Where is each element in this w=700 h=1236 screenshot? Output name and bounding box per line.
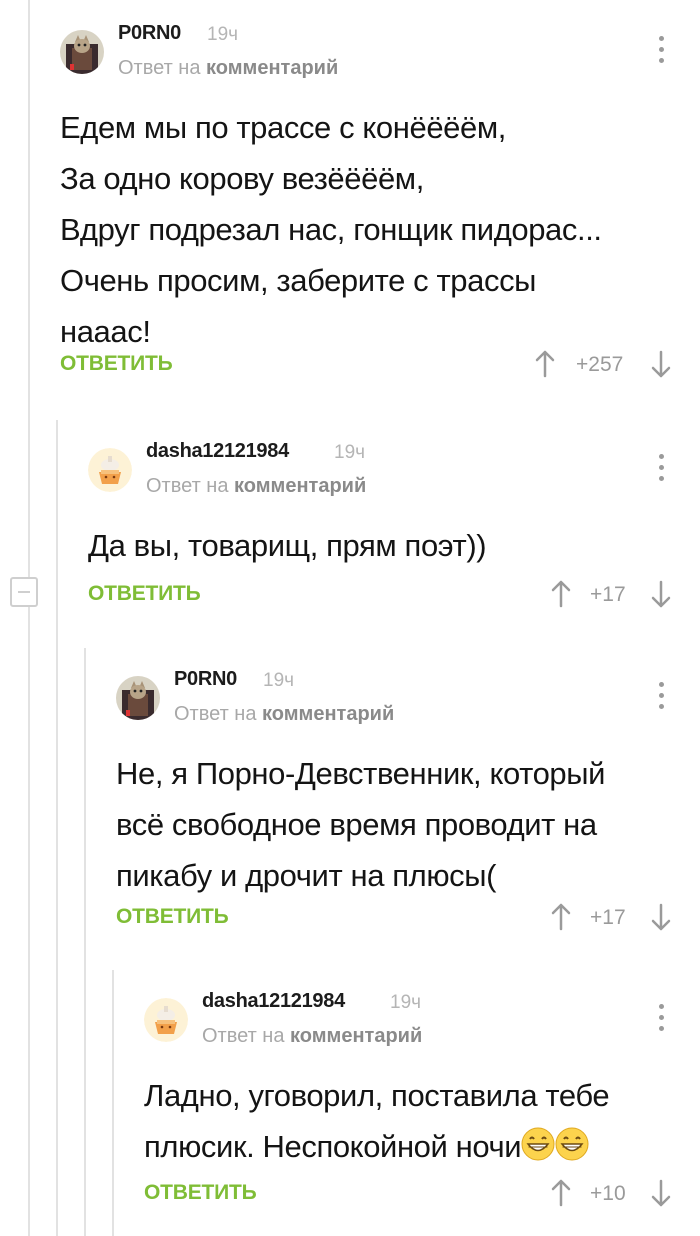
comment-line: Ладно, уговорил, поставила тебе: [144, 1078, 610, 1113]
reply-to-label[interactable]: Ответ на комментарий: [118, 57, 338, 80]
comment-line: Да вы, товарищ, прям поэт)): [88, 528, 487, 563]
reply-to-label[interactable]: Ответ на комментарий: [174, 703, 394, 726]
comment-line: Едем мы по трассе с конёёёём,: [60, 110, 506, 145]
upvote-arrow-icon[interactable]: [534, 350, 556, 378]
upvote-arrow-icon[interactable]: [550, 903, 572, 931]
timestamp: 19ч: [263, 670, 295, 691]
more-options-icon[interactable]: [658, 1004, 664, 1034]
more-options-icon[interactable]: [658, 454, 664, 484]
thread-line-level-3: [84, 648, 86, 1236]
rating-score: +10: [590, 1182, 626, 1205]
comment-line: Очень просим, заберите с трассы: [60, 263, 537, 298]
cupcake-avatar-icon: [144, 998, 188, 1042]
reply-prefix: Ответ на: [174, 703, 257, 725]
username[interactable]: dasha12121984: [146, 440, 289, 463]
comment-line: Не, я Порно-Девственник, который: [116, 756, 606, 791]
rating-score: +17: [590, 583, 626, 606]
user-avatar[interactable]: [60, 30, 104, 74]
reply-target-link[interactable]: комментарий: [206, 57, 338, 79]
comment-line: нааас!: [60, 314, 151, 349]
reply-target-link[interactable]: комментарий: [234, 475, 366, 497]
reply-to-label[interactable]: Ответ на комментарий: [202, 1025, 422, 1048]
collapse-thread-button[interactable]: [10, 577, 38, 607]
reply-button[interactable]: ОТВЕТИТЬ: [144, 1181, 257, 1205]
comment-line: За одно корову везёёёём,: [60, 161, 424, 196]
thread-line-level-2: [56, 420, 58, 1236]
reply-target-link[interactable]: комментарий: [262, 703, 394, 725]
downvote-arrow-icon[interactable]: [650, 903, 672, 931]
upvote-arrow-icon[interactable]: [550, 1179, 572, 1207]
cat-avatar-icon: [60, 30, 104, 74]
comment-line: Вдруг подрезал нас, гонщик пидорас...: [60, 212, 602, 247]
more-options-icon[interactable]: [658, 682, 664, 712]
username[interactable]: P0RN0: [174, 668, 237, 691]
downvote-arrow-icon[interactable]: [650, 580, 672, 608]
grinning-face-icon: [521, 1127, 555, 1161]
reply-prefix: Ответ на: [146, 475, 229, 497]
comment-line-text: плюсик. Неспокойной ночи: [144, 1129, 522, 1164]
reply-prefix: Ответ на: [202, 1025, 285, 1047]
reply-button[interactable]: ОТВЕТИТЬ: [116, 905, 229, 929]
comment-text: Едем мы по трассе с конёёёём, За одно ко…: [60, 102, 602, 357]
downvote-arrow-icon[interactable]: [650, 350, 672, 378]
username[interactable]: dasha12121984: [202, 990, 345, 1013]
reply-target-link[interactable]: комментарий: [290, 1025, 422, 1047]
more-options-icon[interactable]: [658, 36, 664, 66]
user-avatar[interactable]: [144, 998, 188, 1042]
reply-prefix: Ответ на: [118, 57, 201, 79]
username[interactable]: P0RN0: [118, 22, 181, 45]
timestamp: 19ч: [207, 24, 239, 45]
rating-score: +257: [576, 353, 624, 376]
reply-to-label[interactable]: Ответ на комментарий: [146, 475, 366, 498]
comment-text: Не, я Порно-Девственник, который всё сво…: [116, 748, 605, 901]
reply-button[interactable]: ОТВЕТИТЬ: [88, 582, 201, 606]
comment-text: Ладно, уговорил, поставила тебе плюсик. …: [144, 1070, 610, 1172]
rating-score: +17: [590, 906, 626, 929]
comment-text: Да вы, товарищ, прям поэт)): [88, 520, 487, 571]
comment-line: всё свободное время проводит на: [116, 807, 597, 842]
upvote-arrow-icon[interactable]: [550, 580, 572, 608]
user-avatar[interactable]: [116, 676, 160, 720]
comment-line: пикабу и дрочит на плюсы(: [116, 858, 497, 893]
timestamp: 19ч: [334, 442, 366, 463]
thread-line-level-4: [112, 970, 114, 1236]
downvote-arrow-icon[interactable]: [650, 1179, 672, 1207]
timestamp: 19ч: [390, 992, 422, 1013]
user-avatar[interactable]: [88, 448, 132, 492]
comment-line: плюсик. Неспокойной ночи: [144, 1121, 609, 1172]
cat-avatar-icon: [116, 676, 160, 720]
cupcake-avatar-icon: [88, 448, 132, 492]
grinning-face-icon: [555, 1127, 589, 1161]
thread-line-level-1: [28, 0, 30, 1236]
reply-button[interactable]: ОТВЕТИТЬ: [60, 352, 173, 376]
